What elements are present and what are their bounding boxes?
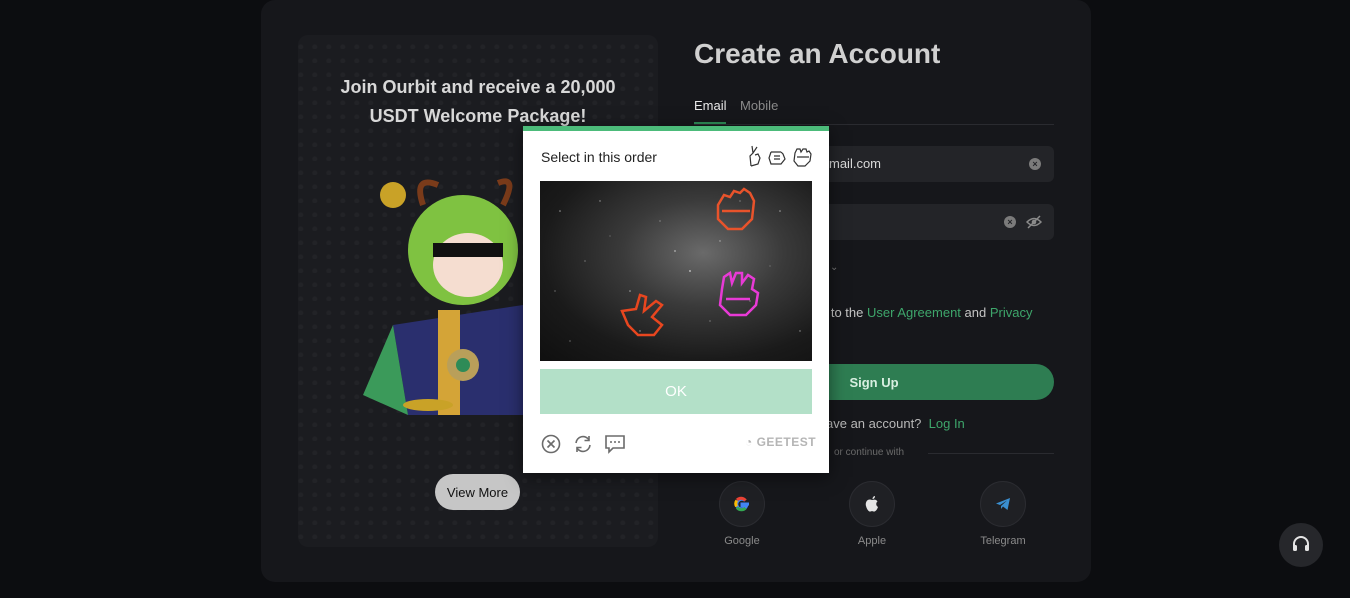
view-more-button[interactable]: View More bbox=[435, 474, 520, 510]
refresh-icon[interactable] bbox=[572, 434, 594, 454]
eye-off-icon[interactable] bbox=[1026, 214, 1042, 230]
captcha-prompt: Select in this order bbox=[541, 149, 657, 165]
captcha-ok-button[interactable]: OK bbox=[540, 369, 812, 414]
fist-target-icon[interactable] bbox=[710, 185, 760, 235]
page-title: Create an Account bbox=[694, 38, 941, 69]
feedback-icon[interactable] bbox=[604, 434, 626, 454]
captcha-dialog: Select in this order OK ◔ GEETEST bbox=[523, 126, 829, 473]
promo-title: Join Ourbit and receive a 20,000 USDT We… bbox=[340, 77, 616, 126]
privacy-link[interactable]: Privacy bbox=[990, 305, 1033, 320]
order-hint-icons bbox=[749, 145, 812, 167]
log-in-link[interactable]: Log In bbox=[929, 416, 965, 431]
telegram-icon bbox=[996, 498, 1010, 510]
continue-with-text: or continue with bbox=[834, 447, 905, 458]
tab-mobile[interactable]: Mobile bbox=[740, 98, 778, 113]
apple-icon bbox=[865, 496, 878, 512]
tab-email[interactable]: Email bbox=[694, 98, 727, 113]
pointing-hand-icon bbox=[768, 151, 786, 165]
clear-icon[interactable]: × bbox=[1004, 216, 1016, 228]
agreement-text: e to the User Agreement and Privacy bbox=[820, 305, 1033, 320]
google-login-button[interactable]: Google bbox=[712, 481, 772, 547]
fist-hand-icon bbox=[793, 148, 812, 167]
divider bbox=[928, 453, 1054, 454]
have-account-text: ave an account? Log In bbox=[826, 416, 965, 431]
active-tab-indicator bbox=[694, 122, 726, 124]
gift-box-mascot-image bbox=[363, 178, 523, 415]
palm-target-icon[interactable] bbox=[712, 269, 764, 321]
captcha-top-bar bbox=[523, 126, 829, 131]
peace-target-icon[interactable] bbox=[616, 291, 671, 341]
telegram-login-button[interactable]: Telegram bbox=[973, 481, 1033, 547]
email-value: mail.com bbox=[829, 156, 882, 171]
starfield-background bbox=[554, 200, 801, 342]
clear-icon[interactable]: × bbox=[1029, 158, 1041, 170]
google-icon bbox=[734, 496, 749, 512]
geetest-mark-icon: ◔ bbox=[745, 435, 753, 449]
user-agreement-link[interactable]: User Agreement bbox=[867, 305, 961, 320]
peace-hand-icon bbox=[749, 145, 761, 167]
close-icon[interactable] bbox=[541, 434, 561, 454]
support-button[interactable] bbox=[1279, 523, 1323, 567]
chevron-down-icon[interactable]: ⌄ bbox=[830, 262, 838, 273]
apple-login-button[interactable]: Apple bbox=[842, 481, 902, 547]
geetest-logo: ◔ GEETEST bbox=[745, 435, 817, 449]
headset-icon bbox=[1293, 536, 1309, 551]
captcha-image[interactable] bbox=[540, 181, 812, 361]
signup-tabs: Email Mobile bbox=[694, 96, 1054, 125]
